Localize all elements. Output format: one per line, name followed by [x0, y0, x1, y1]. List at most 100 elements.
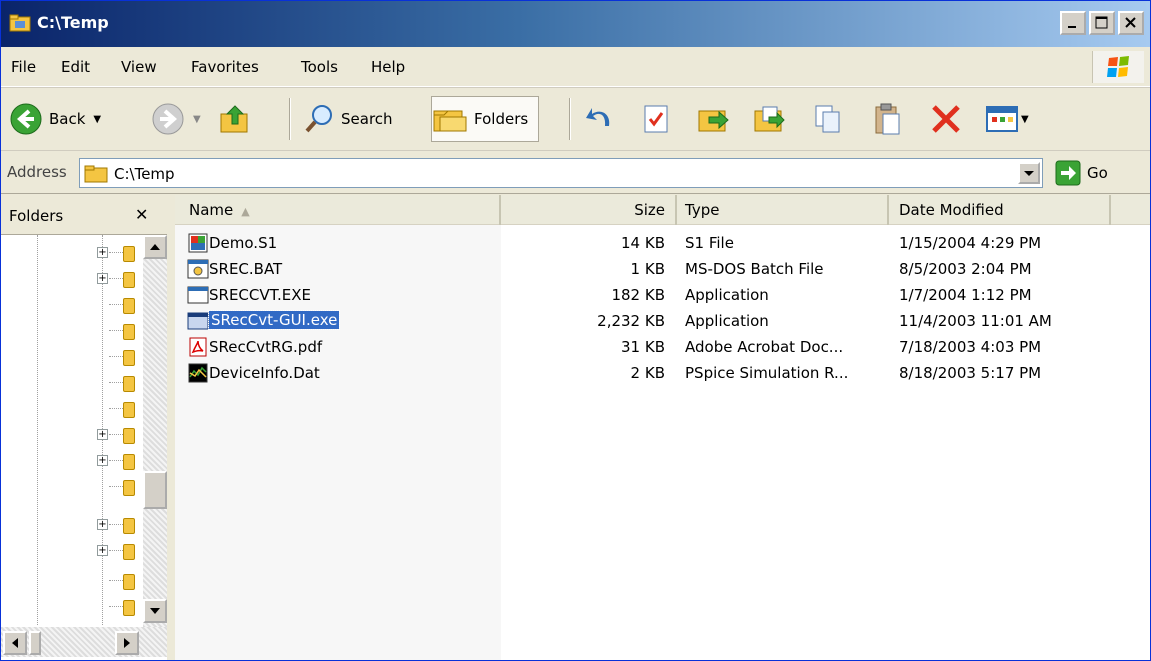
file-date: 11/4/2003 11:01 AM: [899, 312, 1052, 330]
expand-icon[interactable]: +: [97, 455, 108, 466]
tree-node[interactable]: [97, 399, 137, 421]
tree-node[interactable]: [97, 347, 137, 369]
scrollbar-thumb[interactable]: [143, 471, 167, 509]
column-header-name[interactable]: Name ▲: [175, 195, 501, 225]
file-row[interactable]: SRecCvtRG.pdf 31 KB Adobe Acrobat Doc...…: [175, 335, 1150, 361]
scroll-left-button[interactable]: [3, 631, 27, 655]
up-folder-button[interactable]: [217, 96, 253, 142]
address-dropdown-button[interactable]: [1018, 162, 1040, 184]
go-label: Go: [1087, 164, 1108, 182]
arrow-down-icon: [150, 608, 160, 614]
tree-node[interactable]: +: [97, 541, 137, 563]
file-size: 2 KB: [630, 364, 665, 382]
scrollbar-thumb[interactable]: [29, 631, 41, 655]
tree-vertical-scrollbar[interactable]: [143, 235, 167, 627]
expand-icon[interactable]: +: [97, 273, 108, 284]
close-button[interactable]: [1118, 11, 1144, 35]
copy-to-button[interactable]: [753, 96, 787, 142]
menu-tools[interactable]: Tools: [301, 58, 338, 76]
column-headers: Name ▲ Size Type Date Modified: [175, 195, 1150, 225]
search-label: Search: [341, 110, 393, 128]
folders-button[interactable]: Folders: [431, 96, 540, 142]
file-type: MS-DOS Batch File: [685, 260, 824, 278]
tree-node[interactable]: [97, 477, 137, 499]
undo-button[interactable]: [583, 96, 617, 142]
file-row[interactable]: Demo.S1 14 KB S1 File 1/15/2004 4:29 PM: [175, 231, 1150, 257]
tree-node[interactable]: +: [97, 451, 137, 473]
delete-button[interactable]: [929, 96, 963, 142]
file-row[interactable]: SRECCVT.EXE 182 KB Application 1/7/2004 …: [175, 283, 1150, 309]
paste-button[interactable]: [873, 96, 903, 142]
move-to-icon: [698, 110, 729, 132]
forward-button[interactable]: ▼: [151, 96, 201, 142]
tree-node[interactable]: [97, 571, 137, 593]
file-name: DeviceInfo.Dat: [209, 364, 320, 382]
menu-bar: File Edit View Favorites Tools Help: [1, 47, 1150, 87]
tree-node[interactable]: [97, 321, 137, 343]
file-date: 8/18/2003 5:17 PM: [899, 364, 1042, 382]
folders-pane-title: Folders: [9, 207, 64, 225]
column-date-label: Date Modified: [899, 201, 1004, 219]
forward-dropdown-icon[interactable]: ▼: [193, 114, 201, 125]
tree-node[interactable]: +: [97, 425, 137, 447]
views-button[interactable]: ▼: [985, 96, 1029, 142]
tree-node[interactable]: [97, 295, 137, 317]
expand-icon[interactable]: +: [97, 519, 108, 530]
views-dropdown-icon[interactable]: ▼: [1021, 114, 1029, 125]
folder-icon: [123, 428, 135, 444]
toolbar-separator: [569, 98, 571, 140]
address-input[interactable]: C:\Temp: [79, 158, 1043, 188]
go-button[interactable]: Go: [1055, 160, 1108, 186]
column-header-type[interactable]: Type: [677, 195, 889, 225]
back-arrow-icon: [10, 103, 42, 135]
maximize-button[interactable]: [1089, 11, 1115, 35]
scroll-up-button[interactable]: [143, 235, 167, 259]
file-row[interactable]: DeviceInfo.Dat 2 KB PSpice Simulation R.…: [175, 361, 1150, 387]
column-header-date-modified[interactable]: Date Modified: [889, 195, 1111, 225]
title-bar[interactable]: C:\Temp: [1, 1, 1150, 47]
menu-help[interactable]: Help: [371, 58, 405, 76]
expand-icon[interactable]: +: [97, 429, 108, 440]
file-name: SRecCvt-GUI.exe: [207, 310, 341, 330]
search-button[interactable]: Search: [303, 96, 393, 142]
tree-node[interactable]: +: [97, 269, 137, 291]
folder-icon: [123, 324, 135, 340]
tree-node[interactable]: [97, 597, 137, 619]
file-name: SREC.BAT: [209, 260, 283, 278]
scroll-down-button[interactable]: [143, 599, 167, 623]
sort-ascending-icon: ▲: [241, 205, 250, 218]
folders-pane-close-icon[interactable]: ✕: [135, 205, 148, 224]
file-type: Adobe Acrobat Doc...: [685, 338, 844, 356]
tree-horizontal-scrollbar[interactable]: [1, 627, 167, 657]
copy-button[interactable]: [813, 96, 843, 142]
scroll-right-button[interactable]: [115, 631, 139, 655]
tree-node[interactable]: [97, 373, 137, 395]
file-name: SRECCVT.EXE: [209, 286, 312, 304]
move-to-button[interactable]: [697, 96, 731, 142]
back-button[interactable]: Back ▼: [9, 96, 101, 142]
menu-favorites[interactable]: Favorites: [191, 58, 259, 76]
expand-icon[interactable]: +: [97, 247, 108, 258]
menu-file[interactable]: File: [11, 58, 36, 76]
file-row-selected[interactable]: SRecCvt-GUI.exe 2,232 KB Application 11/…: [175, 309, 1150, 335]
folder-icon: [123, 350, 135, 366]
expand-icon[interactable]: +: [97, 545, 108, 556]
minimize-button[interactable]: [1060, 11, 1086, 35]
column-header-size[interactable]: Size: [501, 195, 677, 225]
undo-icon: [586, 108, 610, 126]
menu-edit[interactable]: Edit: [61, 58, 90, 76]
back-dropdown-icon[interactable]: ▼: [93, 114, 101, 125]
folder-icon: [123, 600, 135, 616]
batch-file-icon: [187, 259, 209, 279]
properties-button[interactable]: [641, 96, 671, 142]
file-row[interactable]: SREC.BAT 1 KB MS-DOS Batch File 8/5/2003…: [175, 257, 1150, 283]
forward-arrow-icon: [152, 103, 184, 135]
tree-node[interactable]: +: [97, 243, 137, 265]
folder-icon: [123, 402, 135, 418]
folder-tree: + + + + + +: [1, 235, 141, 625]
explorer-window: C:\Temp File Edit View Favorites Tools H…: [0, 0, 1151, 661]
copy-to-icon: [754, 106, 785, 132]
menu-view[interactable]: View: [121, 58, 157, 76]
tree-node[interactable]: +: [97, 515, 137, 537]
window-title: C:\Temp: [37, 13, 109, 32]
